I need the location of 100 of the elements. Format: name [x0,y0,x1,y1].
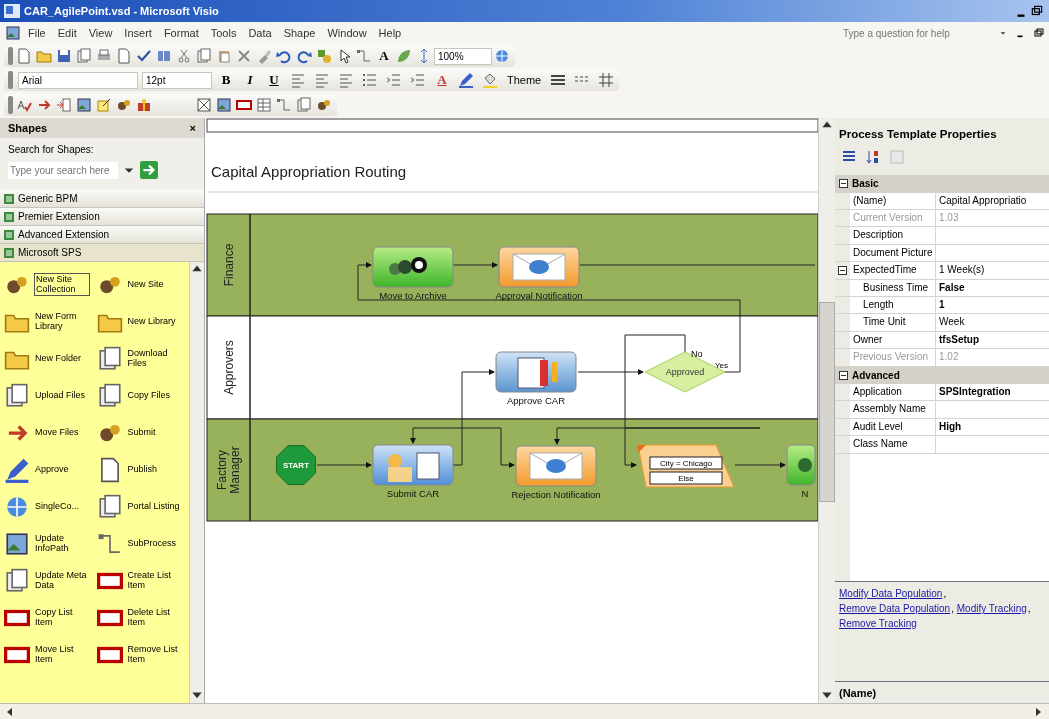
theme-button[interactable]: Theme [504,70,545,90]
restore-button[interactable] [1029,4,1045,18]
stencil-entry[interactable]: Delete List Item [126,606,183,629]
stencil-entry[interactable]: Copy Files [126,389,171,402]
property-name[interactable]: Class Name [850,436,936,453]
stencil-entry[interactable]: New Library [126,315,177,328]
menu-item[interactable]: Window [321,24,373,42]
stencil-entry[interactable]: Update InfoPath [34,532,90,555]
property-value[interactable]: 1 [936,297,1049,314]
italic-button[interactable]: I [240,70,260,90]
stencil-entry[interactable]: Submit [126,426,157,439]
property-value[interactable]: SPSIntegration [936,383,1049,401]
menu-item[interactable]: Format [157,24,205,42]
bold-button[interactable]: B [216,70,236,90]
form-icon[interactable] [4,530,30,557]
property-value[interactable]: False [936,279,1049,296]
property-name[interactable]: Description [850,227,936,244]
collapse-icon[interactable] [839,370,848,380]
menu-item[interactable]: Tools [204,24,243,42]
command-link[interactable]: Remove Tracking [839,616,917,631]
stencil-tab[interactable]: Generic BPM [0,190,204,208]
copy-icon[interactable] [194,46,214,66]
property-name[interactable]: Application [850,383,936,401]
menu-item[interactable]: Data [242,24,278,42]
restore-icon[interactable] [1033,27,1045,39]
separator-text: , [951,603,955,614]
pages-icon[interactable] [96,493,123,520]
image-icon[interactable] [74,95,94,115]
stencil-entry[interactable]: Remove List Item [126,643,183,666]
stencil-tab[interactable]: Microsoft SPS [0,244,204,262]
menu-item[interactable]: File [22,24,52,42]
menu-item[interactable]: Shape [277,24,322,42]
property-value[interactable]: tfsSetup [936,331,1049,349]
stencil-tab[interactable]: Premier Extension [0,208,204,226]
stencil-entry[interactable]: Create List Item [126,569,183,592]
command-link[interactable]: Remove Data Population [839,601,951,616]
stencil-entry[interactable]: Upload Files [34,389,87,402]
rule-field: Else [649,471,723,485]
property-name[interactable]: Length [850,297,936,314]
files-icon[interactable] [4,567,30,594]
stencil-entry[interactable]: Approve [34,463,70,476]
font-color-button[interactable]: A [432,70,452,90]
stencil-entry[interactable]: Update Meta Data [34,569,90,592]
table-icon[interactable] [254,95,274,115]
stencil-entry[interactable]: New Site Collection [34,272,90,297]
pen-icon[interactable] [4,456,30,483]
category-name: Basic [852,177,879,192]
node-label: Approve CAR [506,395,566,406]
stencil-entry[interactable]: SubProcess [126,537,178,550]
files-icon[interactable] [4,382,30,409]
menu-item[interactable]: View [82,24,119,42]
stencil-entry[interactable]: New Site [126,278,165,291]
stencil-entry[interactable]: SingleCo... [34,500,81,513]
property-value[interactable]: Capital Appropriatio [936,192,1049,210]
panel-title: Shapes [8,120,48,136]
property-name[interactable]: Document Picture [850,244,936,262]
collapse-icon[interactable] [838,265,847,275]
font-field[interactable]: Arial [18,71,138,89]
stencil-entry[interactable]: New Form Library [34,310,90,333]
stencil-tab[interactable]: Advanced Extension [0,226,204,244]
property-name[interactable]: Time Unit [850,314,936,331]
property-name[interactable]: (Name) [850,192,936,210]
stencil-entry[interactable]: Move Files [34,426,80,439]
line-color-icon[interactable] [456,70,476,90]
files-icon[interactable] [96,345,123,372]
help-search-field[interactable]: Type a question for help [841,24,991,42]
property-value[interactable]: Week [936,314,1049,331]
pages-icon[interactable] [74,46,94,66]
property-value[interactable]: High [936,418,1049,436]
stencil-entry[interactable]: Copy List Item [34,606,90,629]
insert-icon[interactable] [54,95,74,115]
collapse-icon[interactable] [839,179,848,189]
stencil-entry[interactable]: Publish [126,463,159,476]
stencil-entry[interactable]: Move List Item [34,643,90,666]
dropdown-arrow-icon[interactable] [999,29,1007,37]
search-field[interactable]: Type your search here [8,161,118,179]
menu-item[interactable]: Help [372,24,408,42]
stencil-entry[interactable]: Download Files [126,347,183,370]
stencil-entry[interactable]: Portal Listing [126,500,181,513]
property-name[interactable]: ExpectedTime [850,262,936,279]
scroll-thumb[interactable] [819,302,835,502]
underline-button[interactable]: U [264,70,284,90]
menu-item[interactable]: Insert [118,24,158,42]
files-icon[interactable] [96,382,123,409]
property-value[interactable]: 1 Week(s) [936,262,1049,279]
text-tool-button[interactable]: A [374,46,394,66]
close-button[interactable]: × [189,119,196,137]
property-name[interactable]: Business Time [850,279,936,296]
picture-icon[interactable] [214,95,234,115]
stencil-entry[interactable]: New Folder [34,352,82,365]
command-link[interactable]: Modify Data Population [839,586,943,601]
property-name[interactable]: Owner [850,331,936,349]
property-name[interactable]: Audit Level [850,418,936,436]
command-link[interactable]: Modify Tracking [956,601,1027,616]
zoom-field[interactable]: 100% [434,47,492,65]
placeholder-box-icon[interactable] [194,95,214,115]
menu-item[interactable]: Edit [51,24,83,42]
pages-icon[interactable] [294,95,314,115]
font-size-field[interactable]: 12pt [142,71,212,89]
property-name[interactable]: Assembly Name [850,401,936,418]
